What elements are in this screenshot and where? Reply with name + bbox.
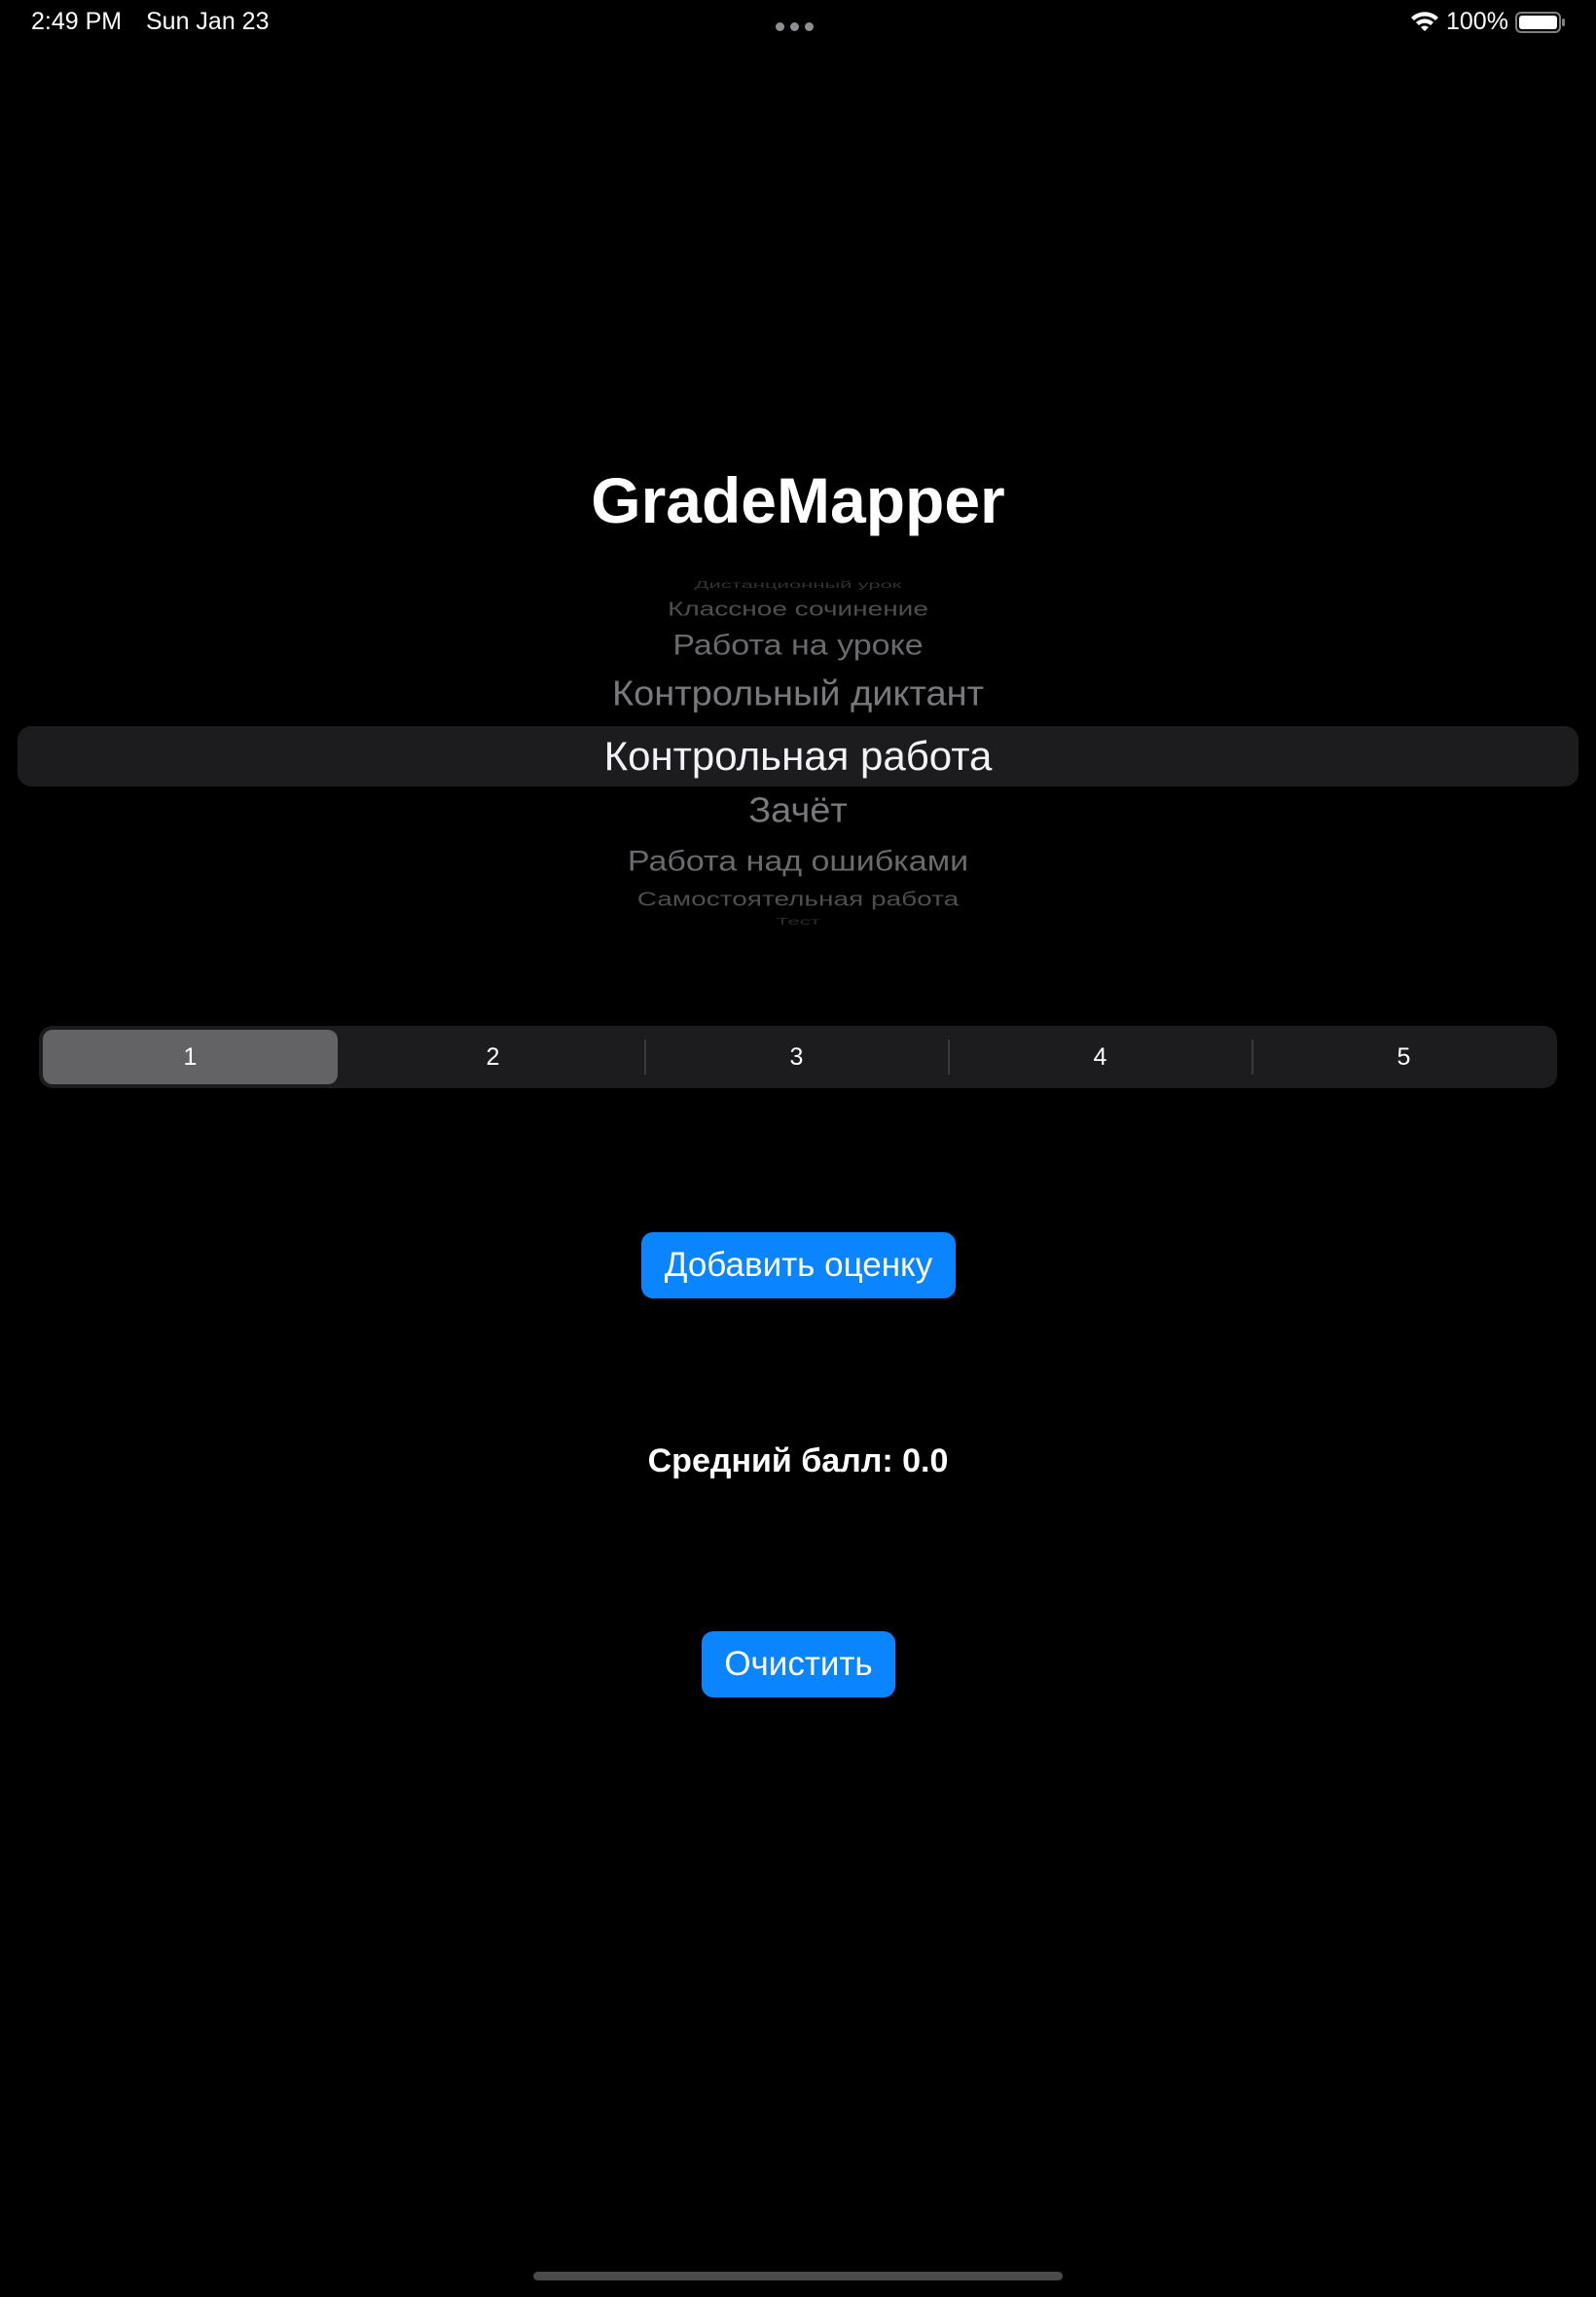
app-title: GradeMapper [591, 464, 1005, 536]
add-grade-button[interactable]: Добавить оценку [641, 1232, 956, 1298]
grade-segment-3[interactable]: 3 [649, 1030, 944, 1084]
segment-divider [644, 1039, 646, 1075]
grade-segmented-control[interactable]: 1 2 3 4 5 [39, 1026, 1557, 1088]
picker-item[interactable]: Работа на уроке [18, 629, 1578, 662]
home-indicator[interactable] [533, 2272, 1063, 2280]
picker-item[interactable]: Самостоятельная работа [18, 888, 1578, 910]
segment-divider [1251, 1039, 1253, 1075]
work-type-picker[interactable]: Дистанционный урок Классное сочинение Ра… [18, 580, 1578, 934]
grade-segment-4[interactable]: 4 [953, 1030, 1248, 1084]
battery-percentage: 100% [1446, 8, 1508, 35]
picker-item[interactable]: Зачёт [18, 791, 1578, 831]
picker-item[interactable]: Дистанционный урок [18, 580, 1578, 591]
grade-segment-1[interactable]: 1 [43, 1030, 338, 1084]
battery-icon [1515, 12, 1565, 33]
picker-item[interactable]: Контрольный диктант [18, 675, 1578, 714]
grade-segment-5[interactable]: 5 [1256, 1030, 1551, 1084]
status-bar: 2:49 PM Sun Jan 23 100% [0, 0, 1596, 49]
picker-item[interactable]: Работа над ошибками [18, 845, 1578, 878]
picker-item-selected[interactable]: Контрольная работа [18, 733, 1578, 780]
picker-item[interactable]: Тест [18, 916, 1578, 928]
status-time: 2:49 PM [31, 8, 123, 35]
grade-segment-2[interactable]: 2 [345, 1030, 640, 1084]
wifi-icon [1411, 12, 1438, 31]
status-date: Sun Jan 23 [146, 8, 270, 35]
clear-button[interactable]: Очистить [702, 1631, 895, 1697]
segment-divider [948, 1039, 950, 1075]
multitasking-dots-icon[interactable] [776, 18, 820, 31]
picker-item[interactable]: Классное сочинение [18, 598, 1578, 620]
average-score: Средний балл: 0.0 [647, 1442, 949, 1479]
